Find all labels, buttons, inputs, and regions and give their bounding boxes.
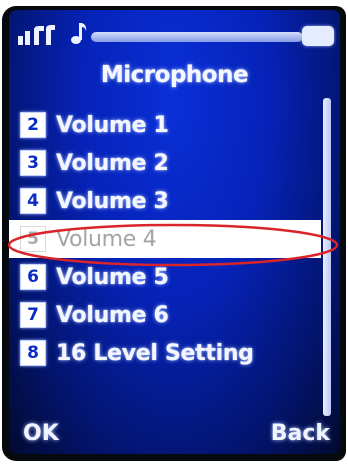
menu-item-volume-3[interactable]: 4 Volume 3: [9, 182, 321, 220]
number-badge: 7: [20, 302, 46, 328]
number-badge: 8: [20, 340, 46, 366]
status-bar: [9, 10, 340, 48]
menu-item-volume-6[interactable]: 7 Volume 6: [9, 296, 321, 334]
screen-title: Microphone: [100, 62, 249, 88]
number-badge: 2: [20, 112, 46, 138]
menu-item-label: Volume 1: [56, 112, 169, 138]
menu-item-label: 16 Level Setting: [56, 340, 254, 366]
menu-item-16-level-setting[interactable]: 8 16 Level Setting: [9, 334, 321, 372]
menu-item-label: Volume 2: [56, 150, 169, 176]
scrollbar[interactable]: [323, 98, 331, 416]
battery-icon: [302, 26, 334, 46]
number-badge: 6: [20, 264, 46, 290]
menu-item-volume-2[interactable]: 3 Volume 2: [9, 144, 321, 182]
music-icon: [71, 23, 87, 44]
menu-item-volume-1[interactable]: 2 Volume 1: [9, 106, 321, 144]
number-badge: 5: [20, 226, 46, 252]
status-indicator-bar: [91, 32, 303, 42]
phone-frame: Microphone 2 Volume 1 3 Volume 2 4 Volum…: [2, 6, 346, 461]
signal-icon: [18, 25, 55, 45]
menu-item-label: Volume 6: [56, 302, 169, 328]
ok-softkey[interactable]: OK: [23, 421, 59, 446]
menu-item-label: Volume 5: [56, 264, 169, 290]
back-softkey[interactable]: Back: [271, 421, 330, 446]
number-badge: 4: [20, 188, 46, 214]
menu-list: 2 Volume 1 3 Volume 2 4 Volume 3 5 Volum…: [9, 106, 321, 372]
menu-item-volume-5[interactable]: 6 Volume 5: [9, 258, 321, 296]
phone-screen: Microphone 2 Volume 1 3 Volume 2 4 Volum…: [9, 10, 340, 454]
menu-item-volume-4[interactable]: 5 Volume 4: [9, 220, 321, 258]
number-badge: 3: [20, 150, 46, 176]
menu-item-label: Volume 4: [56, 226, 157, 252]
menu-item-label: Volume 3: [56, 188, 169, 214]
